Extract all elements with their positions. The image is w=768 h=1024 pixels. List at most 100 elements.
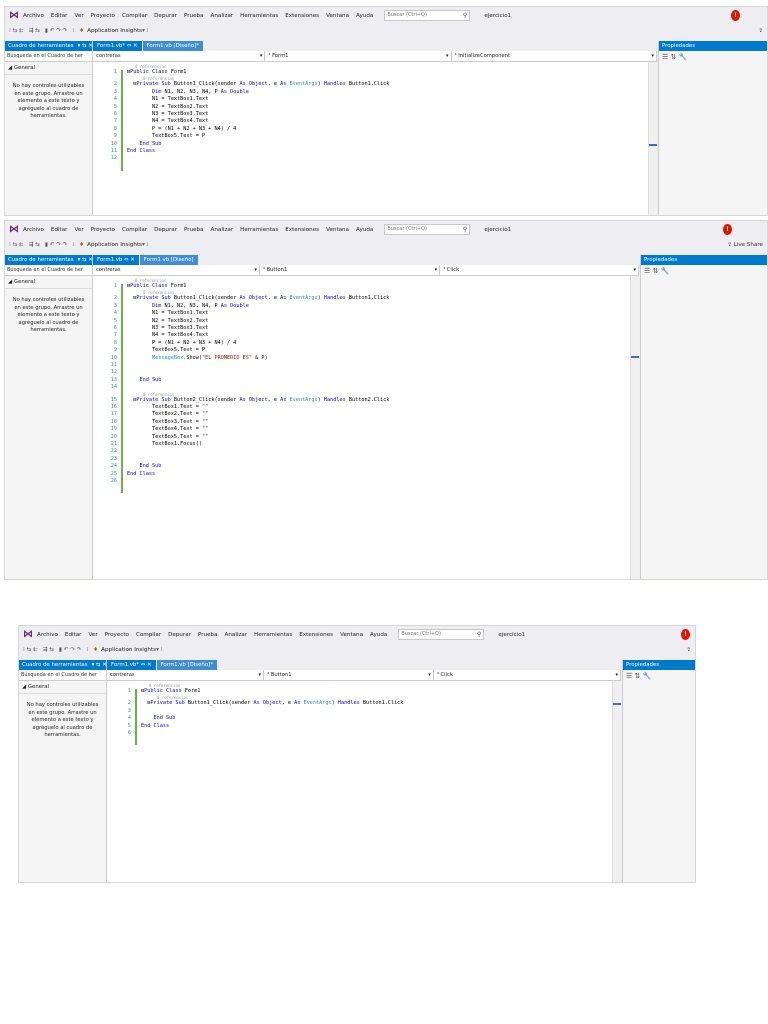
menu-item-archivo[interactable]: Archivo: [37, 632, 58, 638]
menu-item-ayuda[interactable]: Ayuda: [356, 227, 373, 233]
toolbar-button-group[interactable]: ⇶ ⇆: [29, 242, 40, 248]
toolbar-button-group[interactable]: ⁞ ⇆ ⇇: [9, 28, 24, 34]
code-line[interactable]: 6 N3 = TextBox3.Text: [93, 111, 645, 118]
code-line[interactable]: 7 N4 = TextBox4.Text: [93, 118, 645, 125]
menu-item-extensiones[interactable]: Extensiones: [285, 13, 319, 19]
notification-icon[interactable]: !: [681, 629, 690, 640]
toolbox-group-general[interactable]: ◢ General: [19, 681, 106, 694]
menu-item-prueba[interactable]: Prueba: [184, 13, 204, 19]
toolbar-button-group[interactable]: ⁞ ⇆ ⇇: [9, 242, 24, 248]
code-area[interactable]: 0 referencias 1 ⊟Public Class Form1 0 refer…: [93, 62, 657, 215]
class-dropdown[interactable]: ⁴ Button1 ▾: [260, 265, 441, 275]
menu-item-analizar[interactable]: Analizar: [211, 13, 234, 19]
menu-item-depurar[interactable]: Depurar: [154, 227, 177, 233]
menu-item-ver[interactable]: Ver: [88, 632, 97, 638]
toolbox-pin-icon[interactable]: ▾ ⇆ ✕: [78, 43, 92, 49]
toolbox-search-input[interactable]: Búsqueda en el Cuadro de her: [5, 51, 92, 62]
code-line[interactable]: 3 Dim N1, N2, N3, N4, P As Double: [93, 89, 645, 96]
code-line[interactable]: 16 TextBox1.Text = "": [93, 404, 627, 411]
properties-toolbar[interactable]: ☰ ⇅ 🔧: [623, 670, 695, 682]
menu-item-extensiones[interactable]: Extensiones: [299, 632, 333, 638]
tab-designer[interactable]: Form1.vb [Diseño]*: [142, 41, 203, 51]
code-line[interactable]: 11 End Class: [93, 148, 645, 155]
toolbar-button-group[interactable]: ▮ ↶ ↷ ↷: [59, 647, 81, 653]
chevron-down-icon[interactable]: ▾ ⁞: [156, 647, 162, 653]
menu-item-herramientas[interactable]: Herramientas: [240, 227, 278, 233]
search-input[interactable]: Buscar (Ctrl+Q) ⚲: [398, 629, 485, 640]
chevron-down-icon[interactable]: ▾ ⁞: [142, 28, 148, 34]
code-editor[interactable]: Form1.vb ⇔ ✕ Form1.vb [Diseño] contreras ▾ ⁴…: [93, 255, 639, 579]
code-line[interactable]: 25 End Class: [93, 471, 627, 478]
menu-item-herramientas[interactable]: Herramientas: [240, 13, 278, 19]
menu-item-compilar[interactable]: Compilar: [122, 13, 147, 19]
menu-item-proyecto[interactable]: Proyecto: [91, 227, 115, 233]
menu-item-extensiones[interactable]: Extensiones: [285, 227, 319, 233]
tab-designer[interactable]: Form1.vb [Diseño]*: [156, 660, 217, 670]
menu-item-archivo[interactable]: Archivo: [23, 13, 44, 19]
toolbar-button-group[interactable]: ⁞: [72, 28, 74, 34]
menu-item-proyecto[interactable]: Proyecto: [91, 13, 115, 19]
menu-item-ayuda[interactable]: Ayuda: [356, 13, 373, 19]
menu-item-ventana[interactable]: Ventana: [326, 227, 349, 233]
toolbar-button-group[interactable]: ⇶ ⇆: [29, 28, 40, 34]
menu-item-prueba[interactable]: Prueba: [184, 227, 204, 233]
menu-item-analizar[interactable]: Analizar: [211, 227, 234, 233]
member-dropdown[interactable]: ⁴ Click ▾: [440, 265, 639, 275]
code-line[interactable]: 26: [93, 478, 627, 485]
toolbox-group-general[interactable]: ◢ General: [5, 276, 92, 289]
chevron-down-icon[interactable]: ▾ ⁞: [142, 242, 148, 248]
menu-item-editar[interactable]: Editar: [65, 632, 82, 638]
menu-item-ayuda[interactable]: Ayuda: [370, 632, 387, 638]
class-dropdown[interactable]: ⁴ Form1 ▾: [265, 51, 452, 61]
toolbar-button-group[interactable]: ⇶ ⇆: [43, 647, 54, 653]
toolbox-pin-icon[interactable]: ▾ ⇆ ✕: [92, 662, 106, 668]
tab-designer[interactable]: Form1.vb [Diseño]: [139, 255, 198, 265]
code-line[interactable]: 19 TextBox4.Text = "": [93, 426, 627, 433]
menu-item-analizar[interactable]: Analizar: [225, 632, 248, 638]
menu-item-editar[interactable]: Editar: [51, 13, 68, 19]
class-dropdown[interactable]: ⁴ Button1 ▾: [264, 670, 434, 680]
notification-icon[interactable]: !: [731, 10, 740, 21]
project-dropdown[interactable]: contreras ▾: [107, 670, 265, 680]
code-area[interactable]: 0 referencias 1 ⊟Public Class Form1 0 refer…: [93, 276, 639, 579]
share-icon[interactable]: ⇪: [686, 647, 691, 653]
code-line[interactable]: 4 N1 = TextBox1.Text: [93, 96, 645, 103]
code-line[interactable]: 9 TextBox5.Text = P: [93, 133, 645, 140]
menu-item-prueba[interactable]: Prueba: [198, 632, 218, 638]
toolbar-button-group[interactable]: ▮ ↶ ↷ ↷: [45, 28, 67, 34]
code-line[interactable]: 23: [93, 456, 627, 463]
code-line[interactable]: 12: [93, 369, 627, 376]
code-line[interactable]: 12: [93, 155, 645, 162]
vertical-scrollbar[interactable]: [648, 62, 657, 215]
code-line[interactable]: 4 End Sub: [107, 715, 609, 722]
code-line[interactable]: 15 ⊟Private Sub Button2_Click(sender As …: [93, 397, 627, 404]
menu-item-depurar[interactable]: Depurar: [154, 13, 177, 19]
vertical-scrollbar[interactable]: [612, 681, 621, 882]
code-line[interactable]: 20 TextBox5.Text = "": [93, 434, 627, 441]
code-line[interactable]: 10 End Sub: [93, 141, 645, 148]
code-line[interactable]: 1 ⊟Public Class Form1: [107, 688, 609, 695]
toolbox-pin-icon[interactable]: ▾ ⇆ ✕: [78, 257, 92, 263]
toolbar-button-group[interactable]: ⁞ ⇆ ⇇: [23, 647, 38, 653]
code-line[interactable]: 1 ⊟Public Class Form1: [93, 69, 645, 76]
menu-item-compilar[interactable]: Compilar: [136, 632, 161, 638]
code-line[interactable]: 21 TextBox1.Focus(): [93, 441, 627, 448]
application-insights-button[interactable]: Application Insights: [87, 242, 142, 248]
properties-toolbar[interactable]: ☰ ⇅ 🔧: [641, 265, 767, 277]
code-line[interactable]: 2 ⊟Private Sub Button1_Click(sender As O…: [93, 295, 627, 302]
toolbox-search-input[interactable]: Búsqueda en el Cuadro de her: [5, 265, 92, 276]
code-line[interactable]: 5 End Class: [107, 723, 609, 730]
code-line[interactable]: 3 Dim N1, N2, N3, N4, P As Double: [93, 303, 627, 310]
code-editor[interactable]: Form1.vb* ⇔ ✕ Form1.vb [Diseño]* contreras…: [93, 41, 657, 215]
toolbox-search-input[interactable]: Búsqueda en el Cuadro de her: [19, 670, 106, 681]
code-line[interactable]: 24 End Sub: [93, 463, 627, 470]
toolbar-button-group[interactable]: ▮ ↶ ↷ ↷: [45, 242, 67, 248]
code-line[interactable]: 10 MessageBox.Show("EL PROMEDIO ES" & P): [93, 355, 627, 362]
code-line[interactable]: 1 ⊟Public Class Form1: [93, 283, 627, 290]
code-line[interactable]: 2 ⊟Private Sub Button1_Click(sender As O…: [93, 81, 645, 88]
toolbar-button-group[interactable]: ⁞: [72, 242, 74, 248]
code-line[interactable]: 6: [107, 730, 609, 737]
toolbox-group-general[interactable]: ◢ General: [5, 62, 92, 75]
code-line[interactable]: 8 P = (N1 + N2 + N3 + N4) / 4: [93, 340, 627, 347]
code-line[interactable]: 4 N1 = TextBox1.Text: [93, 310, 627, 317]
